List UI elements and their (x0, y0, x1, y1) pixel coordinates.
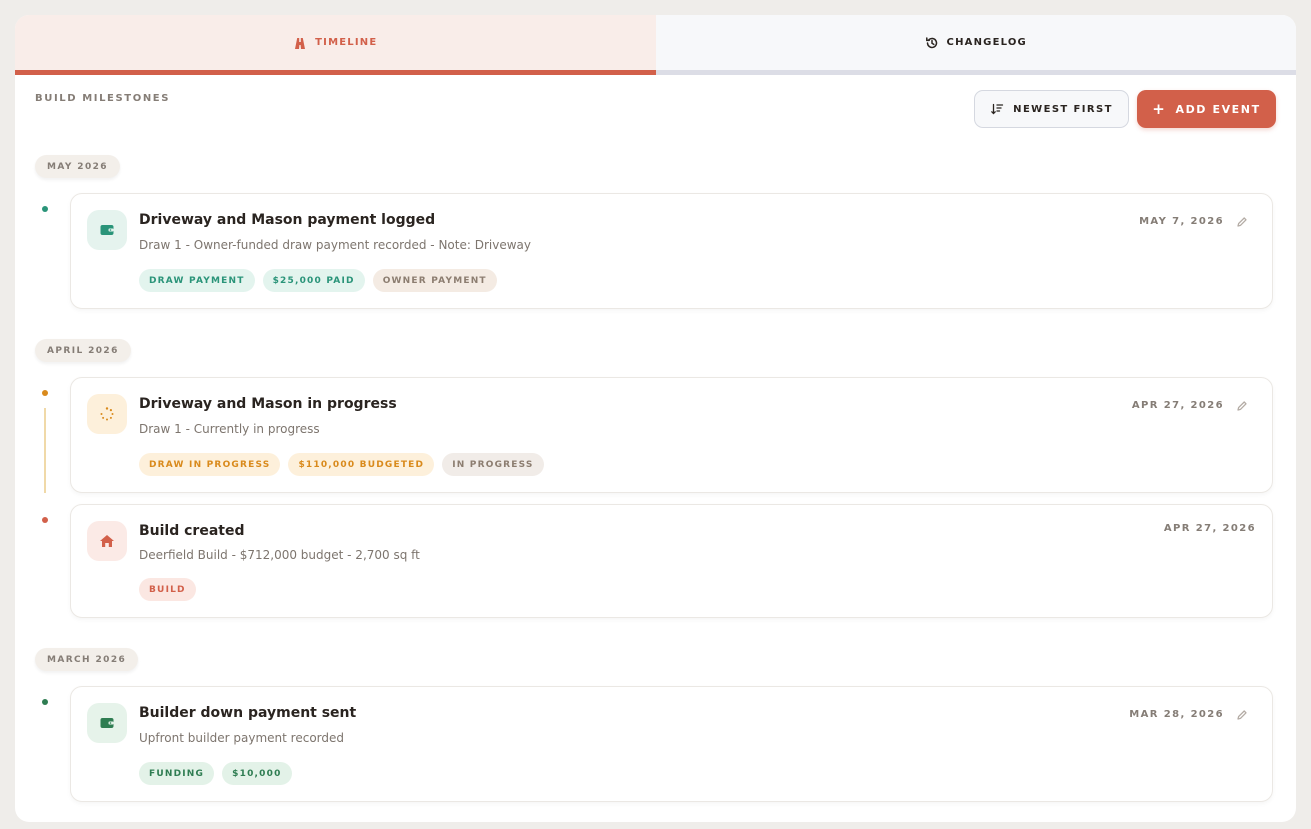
sort-button[interactable]: NEWEST FIRST (974, 90, 1129, 128)
wallet-icon (100, 718, 114, 728)
loader-icon (100, 407, 114, 421)
timeline-icon (293, 36, 307, 50)
timeline-connector (44, 408, 46, 493)
event-title: Builder down payment sent (139, 705, 357, 721)
event-tags: BUILD (139, 578, 196, 601)
edit-icon[interactable] (1236, 709, 1248, 721)
timeline-panel: TIMELINE CHANGELOG BUILD MILESTONES NEWE… (15, 15, 1296, 822)
tag-amount-paid: $25,000 PAID (262, 269, 365, 292)
add-event-button[interactable]: + ADD EVENT (1137, 90, 1276, 128)
timeline-dot (42, 390, 48, 396)
event-card[interactable]: Builder down payment sent Upfront builde… (70, 686, 1273, 802)
event-avatar (87, 394, 127, 434)
sort-button-label: NEWEST FIRST (1013, 103, 1113, 115)
event-date: MAY 7, 2026 (1139, 216, 1224, 227)
tab-bar: TIMELINE CHANGELOG (15, 15, 1296, 70)
tab-changelog[interactable]: CHANGELOG (655, 15, 1296, 70)
event-avatar (87, 703, 127, 743)
tab-timeline-label: TIMELINE (315, 37, 378, 48)
event-description: Upfront builder payment recorded (139, 731, 345, 745)
event-card[interactable]: Driveway and Mason in progress Draw 1 - … (70, 377, 1273, 493)
event-avatar (87, 521, 127, 561)
month-label-may-2026: MAY 2026 (35, 155, 120, 178)
add-event-label: ADD EVENT (1175, 102, 1261, 116)
edit-icon[interactable] (1236, 400, 1248, 412)
home-icon (100, 535, 114, 547)
section-title: BUILD MILESTONES (35, 93, 171, 104)
tag-build: BUILD (139, 578, 196, 601)
tab-indicator (15, 70, 1296, 75)
event-description: Draw 1 - Owner-funded draw payment recor… (139, 238, 531, 252)
month-label-march-2026: MARCH 2026 (35, 648, 139, 671)
event-date: APR 27, 2026 (1163, 523, 1256, 534)
event-tags: FUNDING $10,000 (139, 762, 292, 785)
month-label-april-2026: APRIL 2026 (35, 339, 131, 362)
tag-amount-budgeted: $110,000 BUDGETED (288, 453, 435, 476)
sort-icon (990, 102, 1004, 116)
event-card[interactable]: Build created Deerfield Build - $712,000… (70, 504, 1273, 618)
tab-indicator-inactive (655, 70, 1296, 75)
wallet-icon (100, 225, 114, 235)
tab-changelog-label: CHANGELOG (946, 37, 1027, 48)
timeline-dot (42, 206, 48, 212)
event-card[interactable]: Driveway and Mason payment logged Draw 1… (70, 193, 1273, 309)
event-title: Build created (139, 523, 245, 539)
history-icon (925, 36, 939, 50)
event-tags: DRAW PAYMENT $25,000 PAID OWNER PAYMENT (139, 269, 497, 292)
event-description: Draw 1 - Currently in progress (139, 422, 320, 436)
tag-owner-payment: OWNER PAYMENT (372, 269, 497, 292)
tag-in-progress: IN PROGRESS (442, 453, 544, 476)
event-date: MAR 28, 2026 (1129, 709, 1224, 720)
event-avatar (87, 210, 127, 250)
event-title: Driveway and Mason in progress (139, 396, 397, 412)
edit-icon[interactable] (1236, 216, 1248, 228)
timeline-dot (42, 517, 48, 523)
plus-icon: + (1152, 99, 1167, 118)
tag-draw-payment: DRAW PAYMENT (139, 269, 255, 292)
tag-funding: FUNDING (139, 762, 215, 785)
tag-draw-in-progress: DRAW IN PROGRESS (139, 453, 281, 476)
tab-indicator-active (15, 70, 656, 75)
tab-timeline[interactable]: TIMELINE (15, 15, 656, 70)
event-description: Deerfield Build - $712,000 budget - 2,70… (139, 548, 420, 562)
event-date: APR 27, 2026 (1131, 400, 1224, 411)
tag-amount: $10,000 (222, 762, 292, 785)
event-tags: DRAW IN PROGRESS $110,000 BUDGETED IN PR… (139, 453, 544, 476)
timeline-dot (42, 699, 48, 705)
event-title: Driveway and Mason payment logged (139, 212, 436, 228)
